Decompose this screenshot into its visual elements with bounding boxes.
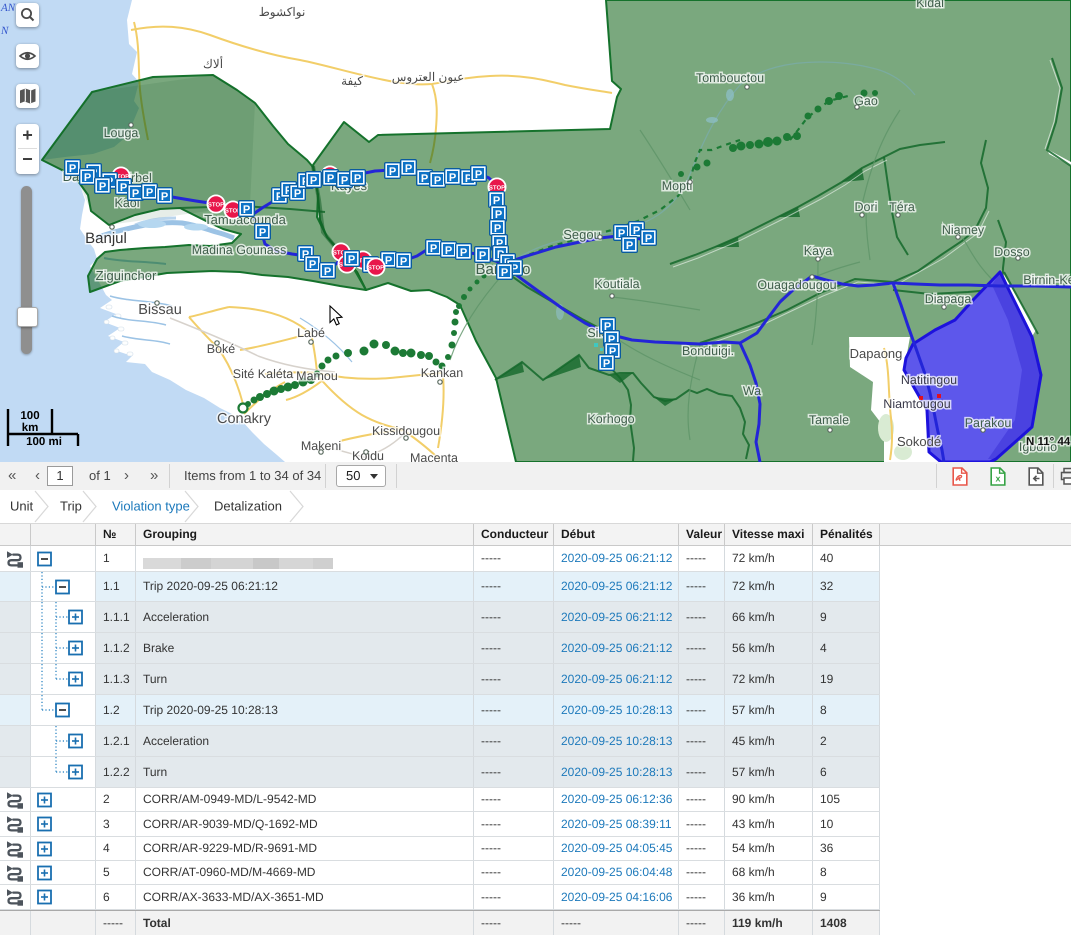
svg-text:Niamey: Niamey	[942, 223, 985, 237]
svg-text:Mamou: Mamou	[296, 369, 338, 383]
svg-text:x: x	[995, 474, 1000, 484]
svg-text:Tamale: Tamale	[809, 413, 849, 427]
svg-text:Boké: Boké	[207, 342, 236, 356]
svg-text:Bonduigi.: Bonduigi.	[682, 344, 734, 358]
svg-text:نواكشوط: نواكشوط	[259, 5, 306, 19]
svg-text:N 11° 44: N 11° 44	[1026, 436, 1071, 448]
svg-text:Conakry: Conakry	[217, 411, 272, 427]
svg-text:Dosso: Dosso	[994, 245, 1029, 259]
svg-text:Unit: Unit	[10, 499, 34, 514]
svg-text:Korhogo: Korhogo	[587, 412, 634, 426]
svg-text:Detalization: Detalization	[214, 499, 282, 514]
svg-text:N: N	[0, 25, 9, 37]
svg-text:Trip: Trip	[60, 499, 82, 514]
svg-text:Sité Kaléta: Sité Kaléta	[233, 367, 294, 381]
svg-text:Violation type: Violation type	[112, 499, 190, 514]
svg-text:100: 100	[20, 410, 39, 422]
svg-text:Wa: Wa	[743, 384, 761, 398]
svg-text:Tombouctou: Tombouctou	[696, 71, 764, 85]
svg-text:Ziguinchor: Ziguinchor	[96, 268, 157, 283]
svg-text:Birnin-Ke: Birnin-Ke	[1023, 273, 1071, 287]
svg-text:Niamtougou: Niamtougou	[883, 397, 950, 411]
svg-text:Natitingou: Natitingou	[901, 373, 957, 387]
svg-text:km: km	[22, 422, 39, 434]
svg-text:Parakou: Parakou	[965, 416, 1012, 430]
svg-text:Kaya: Kaya	[804, 244, 833, 258]
svg-text:Segou: Segou	[563, 227, 601, 242]
svg-text:Labé: Labé	[297, 326, 325, 340]
svg-text:Sokodé: Sokodé	[897, 434, 941, 449]
svg-text:عيون العتروس: عيون العتروس	[392, 70, 465, 84]
svg-text:Kidal: Kidal	[916, 0, 944, 10]
svg-text:Banjul: Banjul	[85, 230, 127, 247]
svg-text:Macenta: Macenta	[410, 451, 458, 462]
svg-text:Louga: Louga	[104, 126, 139, 140]
svg-text:Kankan: Kankan	[421, 366, 463, 380]
svg-text:كيفة: كيفة	[341, 74, 363, 88]
svg-text:Diapaga: Diapaga	[925, 292, 972, 306]
svg-text:ألاك: ألاك	[203, 56, 223, 71]
svg-text:Ouagadougou: Ouagadougou	[757, 278, 836, 292]
svg-text:Téra: Téra	[889, 200, 915, 214]
svg-text:AN: AN	[0, 2, 16, 14]
svg-text:Dapaong: Dapaong	[850, 346, 903, 361]
svg-text:Dori: Dori	[855, 200, 878, 214]
svg-text:100 mi: 100 mi	[26, 436, 62, 448]
svg-text:Bissau: Bissau	[138, 302, 182, 318]
svg-text:Koutiala: Koutiala	[594, 277, 639, 291]
svg-text:Madina Gounass: Madina Gounass	[192, 243, 287, 257]
